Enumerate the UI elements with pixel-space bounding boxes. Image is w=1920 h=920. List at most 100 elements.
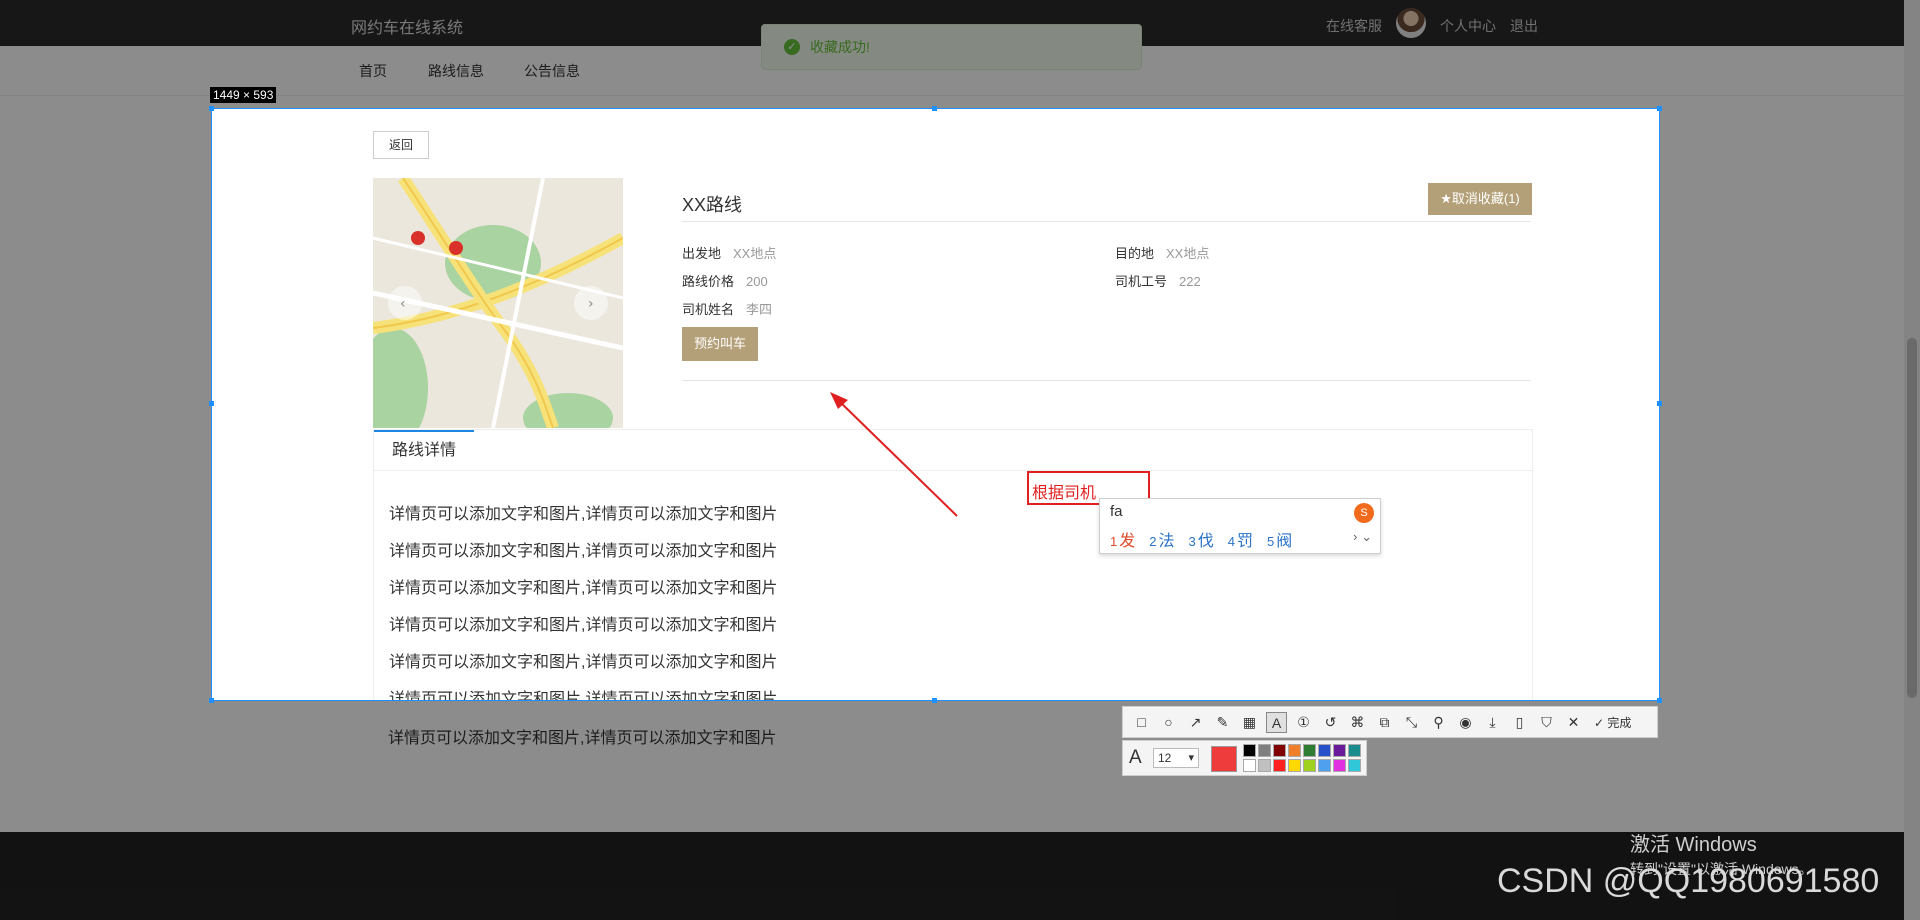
color-swatch[interactable] bbox=[1303, 744, 1316, 757]
number-icon[interactable]: ① bbox=[1293, 712, 1314, 733]
color-swatch[interactable] bbox=[1243, 744, 1256, 757]
undo-icon[interactable]: ↺ bbox=[1320, 712, 1341, 733]
color-swatch[interactable] bbox=[1273, 744, 1286, 757]
ime-candidate[interactable]: 4罚 bbox=[1228, 527, 1253, 551]
mosaic-icon[interactable]: ▦ bbox=[1239, 712, 1260, 733]
detail-line: 详情页可以添加文字和图片,详情页可以添加文字和图片 bbox=[389, 580, 778, 597]
resize-handle[interactable] bbox=[209, 698, 214, 703]
nav-item-home[interactable]: 首页 bbox=[359, 61, 387, 81]
header-link-logout[interactable]: 退出 bbox=[1510, 16, 1538, 36]
color-swatch[interactable] bbox=[1273, 759, 1286, 772]
long-shot-icon[interactable]: ⤡ bbox=[1401, 712, 1422, 733]
current-color-swatch[interactable] bbox=[1211, 746, 1237, 772]
color-palette bbox=[1243, 744, 1361, 772]
save-icon[interactable]: ⤓ bbox=[1482, 712, 1503, 733]
resize-handle[interactable] bbox=[932, 698, 937, 703]
field-label: 目的地 bbox=[1115, 246, 1155, 261]
annotation-text[interactable]: 根据司机 bbox=[1032, 479, 1096, 503]
header-link-profile[interactable]: 个人中心 bbox=[1440, 16, 1496, 36]
csdn-watermark: CSDN @QQ1980691580 bbox=[1497, 862, 1880, 900]
check-circle-icon: ✓ bbox=[784, 39, 800, 55]
selection-size-label: 1449 × 593 bbox=[210, 87, 277, 103]
route-map-image[interactable]: ‹ › bbox=[373, 178, 623, 428]
nav-item-routes[interactable]: 路线信息 bbox=[428, 61, 484, 81]
color-swatch[interactable] bbox=[1258, 759, 1271, 772]
page-scrollbar[interactable] bbox=[1904, 0, 1920, 920]
svg-text:›: › bbox=[588, 296, 594, 312]
book-ride-button[interactable]: 预约叫车 bbox=[682, 327, 758, 361]
tab-route-detail[interactable]: 路线详情 bbox=[374, 430, 474, 470]
ime-input-text: fa bbox=[1110, 503, 1123, 520]
nav-item-notices[interactable]: 公告信息 bbox=[524, 61, 580, 81]
color-swatch[interactable] bbox=[1318, 759, 1331, 772]
color-swatch[interactable] bbox=[1348, 759, 1361, 772]
color-swatch[interactable] bbox=[1348, 744, 1361, 757]
font-size-select[interactable]: 12 bbox=[1153, 748, 1199, 768]
resize-handle[interactable] bbox=[209, 401, 214, 406]
header-link-service[interactable]: 在线客服 bbox=[1326, 16, 1382, 36]
field-value: 李四 bbox=[746, 302, 773, 317]
color-swatch[interactable] bbox=[1258, 744, 1271, 757]
route-title: XX路线 bbox=[682, 195, 743, 215]
watermark-line1: 激活 Windows bbox=[1630, 834, 1757, 856]
field-value: 200 bbox=[746, 274, 768, 289]
tabs-divider bbox=[374, 470, 1534, 471]
color-swatch[interactable] bbox=[1333, 759, 1346, 772]
check-icon: ✓ bbox=[1594, 715, 1605, 730]
color-swatch[interactable] bbox=[1303, 759, 1316, 772]
field-origin: 出发地 XX地点 bbox=[682, 243, 776, 262]
ime-candidate[interactable]: 5阀 bbox=[1267, 527, 1292, 551]
ime-candidate[interactable]: 1发 bbox=[1110, 527, 1135, 551]
header-links: 在线客服 个人中心 退出 bbox=[1326, 8, 1538, 38]
text-style-bar: A 12 bbox=[1122, 740, 1367, 776]
record-icon[interactable]: ◉ bbox=[1455, 712, 1476, 733]
scrollbar-thumb[interactable] bbox=[1907, 338, 1917, 698]
field-value: 222 bbox=[1179, 274, 1201, 289]
resize-handle[interactable] bbox=[1657, 401, 1662, 406]
back-button[interactable]: 返回 bbox=[373, 131, 429, 159]
resize-handle[interactable] bbox=[932, 106, 937, 111]
bookmark-icon[interactable]: ⛉ bbox=[1536, 712, 1557, 733]
arrow-icon[interactable]: ↗ bbox=[1185, 712, 1206, 733]
close-icon[interactable]: ✕ bbox=[1563, 712, 1584, 733]
field-label: 出发地 bbox=[682, 246, 722, 261]
done-button[interactable]: ✓ 完成 bbox=[1594, 714, 1631, 731]
rect-icon[interactable]: □ bbox=[1131, 712, 1152, 733]
ime-next-page-icon[interactable]: › ⌄ bbox=[1353, 529, 1372, 545]
text-icon[interactable]: A bbox=[1266, 711, 1287, 733]
ime-candidate[interactable]: 3伐 bbox=[1189, 527, 1214, 551]
success-toast: ✓ 收藏成功! bbox=[761, 24, 1142, 70]
color-swatch[interactable] bbox=[1318, 744, 1331, 757]
svg-text:‹: ‹ bbox=[400, 296, 406, 312]
pencil-icon[interactable]: ✎ bbox=[1212, 712, 1233, 733]
resize-handle[interactable] bbox=[1657, 106, 1662, 111]
site-brand[interactable]: 网约车在线系统 bbox=[351, 14, 463, 38]
map-graphic: ‹ › bbox=[373, 178, 623, 428]
resize-handle[interactable] bbox=[1657, 698, 1662, 703]
color-swatch[interactable] bbox=[1288, 744, 1301, 757]
pin-icon[interactable]: ⚲ bbox=[1428, 712, 1449, 733]
field-value: XX地点 bbox=[733, 246, 777, 261]
color-swatch[interactable] bbox=[1288, 759, 1301, 772]
ellipse-icon[interactable]: ○ bbox=[1158, 712, 1179, 733]
ocr-icon[interactable]: ⌘ bbox=[1347, 712, 1368, 733]
capture-selection[interactable]: 返回 ‹ › XX路线 ★取消收藏(1) 出发地 XX地点 目的地 XX地点 路… bbox=[211, 108, 1660, 701]
avatar[interactable] bbox=[1396, 8, 1426, 38]
field-label: 司机工号 bbox=[1115, 274, 1168, 289]
detail-line: 详情页可以添加文字和图片,详情页可以添加文字和图片 bbox=[389, 617, 778, 634]
copy-icon[interactable]: ▯ bbox=[1509, 712, 1530, 733]
ime-candidates: 1发 2法 3伐 4罚 5阀 bbox=[1110, 527, 1292, 551]
title-divider bbox=[682, 221, 1531, 222]
ime-logo-icon: S bbox=[1354, 503, 1374, 523]
translate-icon[interactable]: ⧉ bbox=[1374, 712, 1395, 733]
color-swatch[interactable] bbox=[1243, 759, 1256, 772]
toast-message: 收藏成功! bbox=[810, 39, 870, 55]
color-swatch[interactable] bbox=[1333, 744, 1346, 757]
screenshot-toolbar: □ ○ ↗ ✎ ▦ A ① ↺ ⌘ ⧉ ⤡ ⚲ ◉ ⤓ ▯ ⛉ ✕ ✓ 完成 bbox=[1122, 706, 1658, 738]
detail-line: 详情页可以添加文字和图片,详情页可以添加文字和图片 bbox=[389, 506, 778, 523]
field-value: XX地点 bbox=[1166, 246, 1210, 261]
detail-tabs: 路线详情 详情页可以添加文字和图片,详情页可以添加文字和图片 详情页可以添加文字… bbox=[373, 429, 1534, 700]
resize-handle[interactable] bbox=[209, 106, 214, 111]
unfavorite-button[interactable]: ★取消收藏(1) bbox=[1428, 183, 1532, 215]
ime-candidate[interactable]: 2法 bbox=[1149, 527, 1174, 551]
